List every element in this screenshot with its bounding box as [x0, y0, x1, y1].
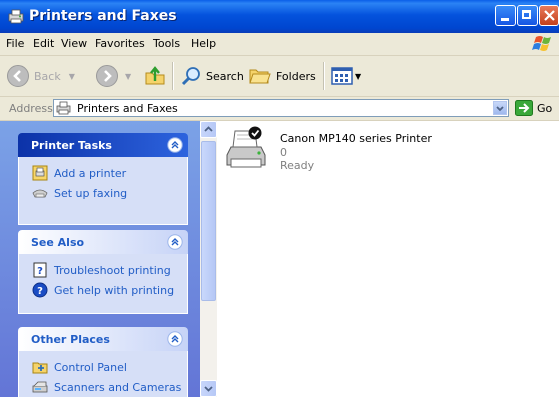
task-add-printer[interactable]: Add a printer — [19, 163, 187, 183]
close-button[interactable] — [539, 5, 559, 26]
go-button[interactable]: Go — [515, 100, 552, 116]
maximize-icon — [522, 10, 531, 19]
task-add-printer-label: Add a printer — [54, 166, 127, 180]
printer-item[interactable]: Canon MP140 series Printer 0 Ready — [223, 125, 463, 177]
chevron-down-icon — [496, 106, 504, 112]
see-also-body: ? Troubleshoot printing ? Get help with … — [18, 254, 188, 314]
see-also-title: See Also — [31, 236, 85, 249]
printer-name: Canon MP140 series Printer — [280, 132, 432, 145]
printer-tasks-title: Printer Tasks — [31, 139, 112, 152]
address-label: Address — [9, 102, 53, 115]
printer-folder-icon — [56, 101, 71, 115]
collapse-chevron-icon[interactable] — [167, 137, 183, 153]
maximize-button[interactable] — [517, 5, 538, 26]
help-book-icon: ? — [33, 262, 47, 278]
forward-dropdown-icon[interactable]: ▼ — [125, 72, 131, 81]
scroll-up-button[interactable] — [200, 121, 217, 138]
task-get-help-printing[interactable]: ? Get help with printing — [19, 280, 187, 300]
address-input[interactable]: Printers and Faxes — [53, 99, 509, 117]
toolbar-separator — [323, 62, 325, 90]
menu-file[interactable]: File — [6, 37, 24, 50]
place-scanners-cameras[interactable]: Scanners and Cameras — [19, 377, 187, 397]
task-troubleshoot-printing[interactable]: ? Troubleshoot printing — [19, 260, 187, 280]
back-button[interactable]: Back ▼ — [6, 64, 75, 88]
window-title: Printers and Faxes — [29, 8, 177, 24]
forward-arrow-icon — [96, 65, 118, 87]
other-places-body: Control Panel Scanners and Cameras — [18, 351, 188, 397]
menu-help[interactable]: Help — [191, 37, 216, 50]
title-bar[interactable]: Printers and Faxes — [0, 0, 559, 33]
other-places-panel: Other Places Control Panel Scanners and … — [18, 327, 188, 397]
windows-logo-icon — [532, 36, 551, 51]
control-panel-icon — [32, 362, 48, 374]
toolbar: Back ▼ ▼ Search Folders ▼ — [0, 56, 559, 97]
back-arrow-icon — [7, 65, 29, 87]
see-also-panel: See Also ? Troubleshoot printing ? Get h… — [18, 230, 188, 314]
scanner-icon — [32, 381, 48, 393]
search-label: Search — [206, 69, 244, 83]
minimize-icon — [501, 18, 509, 21]
printer-tasks-body: Add a printer Set up faxing — [18, 157, 188, 225]
search-icon — [181, 67, 200, 86]
menu-favorites[interactable]: Favorites — [95, 37, 145, 50]
scroll-down-button[interactable] — [200, 380, 217, 397]
place-scanners-cameras-label: Scanners and Cameras — [54, 380, 182, 394]
add-printer-icon — [32, 165, 48, 181]
folders-icon — [249, 69, 271, 84]
printer-tasks-panel: Printer Tasks Add a printer Set up faxin… — [18, 133, 188, 225]
printer-icon — [226, 126, 266, 168]
svg-text:?: ? — [37, 286, 43, 297]
menu-tools[interactable]: Tools — [153, 37, 180, 50]
default-check-badge — [248, 126, 262, 140]
task-set-up-faxing[interactable]: Set up faxing — [19, 183, 187, 203]
views-dropdown-icon: ▼ — [355, 71, 362, 81]
help-circle-icon: ? — [32, 282, 48, 298]
printers-list[interactable]: Canon MP140 series Printer 0 Ready — [217, 121, 559, 397]
close-icon — [544, 10, 555, 21]
printer-folder-icon — [8, 9, 24, 24]
task-troubleshoot-printing-label: Troubleshoot printing — [54, 263, 171, 277]
svg-text:?: ? — [37, 266, 43, 277]
search-button[interactable]: Search — [180, 64, 244, 88]
menu-bar: File Edit View Favorites Tools Help — [0, 33, 559, 56]
task-pane-scrollbar[interactable] — [200, 121, 217, 397]
folders-button[interactable]: Folders — [248, 64, 316, 88]
minimize-button[interactable] — [495, 5, 516, 26]
collapse-chevron-icon[interactable] — [167, 331, 183, 347]
chevron-down-icon — [204, 386, 213, 392]
see-also-header[interactable]: See Also — [18, 230, 188, 254]
scroll-thumb[interactable] — [201, 141, 216, 301]
views-button[interactable]: ▼ — [331, 64, 361, 88]
place-control-panel-label: Control Panel — [54, 360, 127, 374]
views-icon — [331, 67, 353, 85]
back-dropdown-icon[interactable]: ▼ — [69, 72, 75, 81]
printer-status: Ready — [280, 159, 315, 172]
forward-button[interactable]: ▼ — [95, 64, 131, 88]
task-pane: Printer Tasks Add a printer Set up faxin… — [0, 121, 200, 397]
address-dropdown-button[interactable] — [493, 101, 507, 115]
other-places-title: Other Places — [31, 333, 110, 346]
other-places-header[interactable]: Other Places — [18, 327, 188, 351]
go-arrow-icon — [515, 100, 533, 116]
up-folder-button[interactable] — [143, 64, 167, 88]
menu-view[interactable]: View — [61, 37, 87, 50]
place-control-panel[interactable]: Control Panel — [19, 357, 187, 377]
back-label: Back — [34, 69, 61, 83]
fax-icon — [32, 189, 48, 198]
task-get-help-printing-label: Get help with printing — [54, 283, 175, 297]
printer-document-count: 0 — [280, 146, 287, 159]
chevron-up-icon — [204, 126, 213, 132]
menu-edit[interactable]: Edit — [33, 37, 54, 50]
task-set-up-faxing-label: Set up faxing — [54, 186, 128, 200]
toolbar-separator — [172, 62, 174, 90]
printer-tasks-header[interactable]: Printer Tasks — [18, 133, 188, 157]
up-folder-icon — [145, 66, 165, 85]
address-value: Printers and Faxes — [77, 102, 178, 115]
collapse-chevron-icon[interactable] — [167, 234, 183, 250]
folders-label: Folders — [276, 69, 316, 83]
address-bar: Address Printers and Faxes Go — [0, 97, 559, 121]
go-label: Go — [537, 101, 553, 115]
